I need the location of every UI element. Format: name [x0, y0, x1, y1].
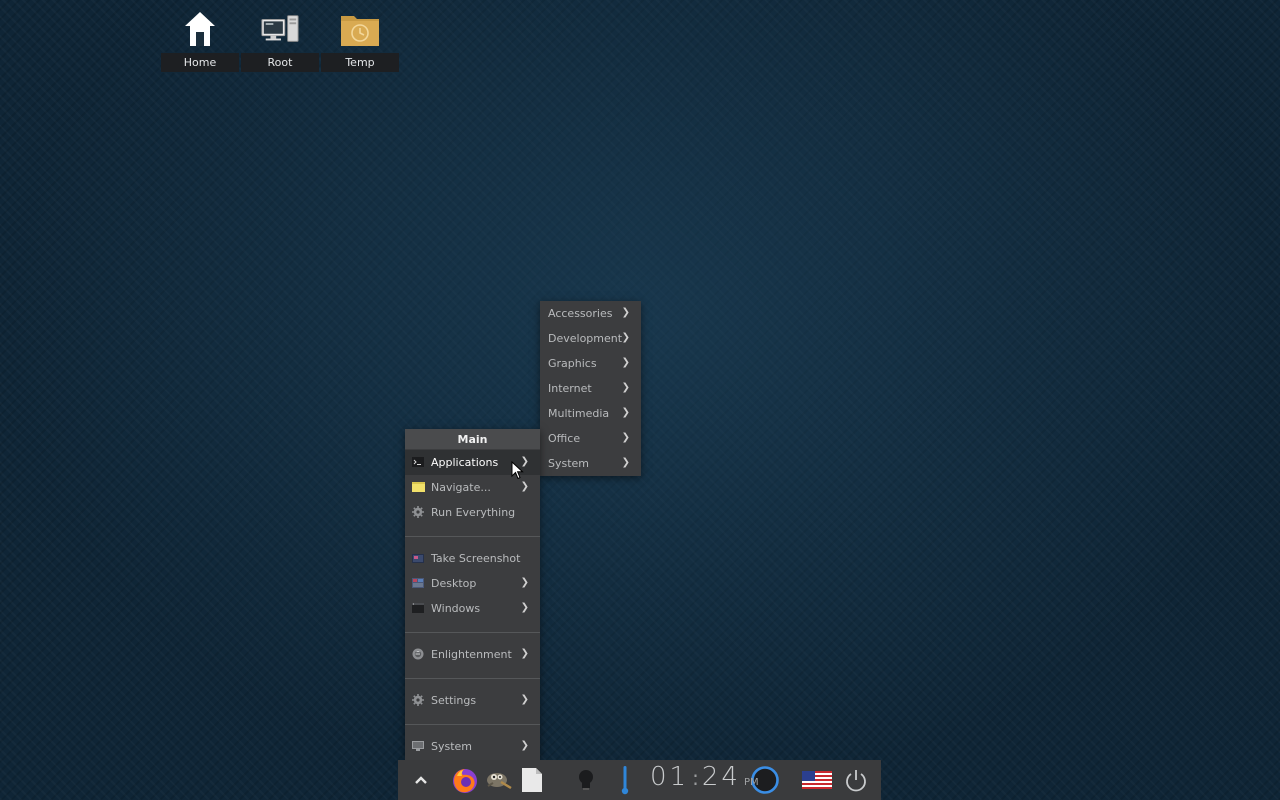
home-icon — [180, 8, 220, 50]
menu-item-label: Windows — [431, 602, 481, 615]
menu-item-label: Run Everything — [431, 506, 516, 519]
chevron-right-icon: ❯ — [520, 648, 529, 659]
desktop-icon-label: Temp — [321, 53, 399, 72]
submenu-item-graphics[interactable]: Graphics ❯ — [540, 351, 641, 376]
gimp-icon[interactable] — [484, 760, 514, 800]
gear-icon — [412, 506, 424, 518]
screenshot-icon — [412, 552, 424, 564]
clock-minutes: 24 — [701, 762, 741, 792]
menu-item-label: Desktop — [431, 577, 477, 590]
chevron-right-icon: ❯ — [621, 332, 630, 343]
desktop-icon-label: Home — [161, 53, 239, 72]
chevron-right-icon: ❯ — [621, 457, 630, 468]
submenu-item-label: Internet — [548, 382, 592, 395]
chevron-right-icon: ❯ — [621, 407, 630, 418]
firefox-icon[interactable] — [450, 760, 480, 800]
desktop-icon-root[interactable]: Root — [241, 6, 319, 72]
taskbar — [398, 760, 881, 800]
chevron-right-icon: ❯ — [621, 307, 630, 318]
menu-separator — [405, 536, 540, 537]
chevron-right-icon: ❯ — [520, 694, 529, 705]
submenu-item-label: Development — [548, 332, 623, 345]
chevron-right-icon: ❯ — [520, 602, 529, 613]
menu-item-desktop[interactable]: Desktop ❯ — [405, 571, 540, 596]
chevron-right-icon: ❯ — [520, 740, 529, 751]
submenu-item-label: Multimedia — [548, 407, 610, 420]
gear-icon — [412, 694, 424, 706]
submenu-item-internet[interactable]: Internet ❯ — [540, 376, 641, 401]
menu-item-label: Settings — [431, 694, 477, 707]
chevron-right-icon: ❯ — [621, 382, 630, 393]
menu-item-windows[interactable]: Windows ❯ — [405, 596, 540, 621]
menu-item-label: Take Screenshot — [431, 552, 521, 565]
submenu-item-label: Accessories — [548, 307, 613, 320]
desktop-icon-home[interactable]: Home — [161, 6, 239, 72]
menu-item-run-everything[interactable]: Run Everything — [405, 500, 540, 525]
desktop-icon-temp[interactable]: Temp — [321, 6, 399, 72]
menu-item-label: Enlightenment — [431, 648, 512, 661]
power-icon[interactable] — [842, 760, 870, 800]
chevron-right-icon: ❯ — [520, 577, 529, 588]
menu-separator — [405, 724, 540, 725]
expand-up-icon[interactable] — [410, 760, 432, 800]
chevron-right-icon: ❯ — [520, 481, 529, 492]
submenu-item-accessories[interactable]: Accessories ❯ — [540, 301, 641, 326]
submenu-item-office[interactable]: Office ❯ — [540, 426, 641, 451]
desktop-icon-label: Root — [241, 53, 319, 72]
submenu-item-multimedia[interactable]: Multimedia ❯ — [540, 401, 641, 426]
submenu-item-label: Office — [548, 432, 581, 445]
clock-ampm: PM — [743, 777, 759, 788]
applications-submenu: Accessories ❯ Development ❯ Graphics ❯ I… — [540, 301, 641, 476]
clock[interactable]: 01 : 24 PM — [650, 762, 759, 798]
us-flag-icon[interactable] — [800, 760, 834, 800]
desktop-icon — [412, 577, 424, 589]
clock-separator: : — [692, 766, 699, 790]
submenu-item-system[interactable]: System ❯ — [540, 451, 641, 476]
submenu-item-development[interactable]: Development ❯ — [540, 326, 641, 351]
menu-item-label: System — [431, 740, 473, 753]
enlightenment-icon — [412, 648, 424, 660]
folder-clock-icon — [340, 8, 380, 50]
windows-icon — [412, 602, 424, 614]
document-icon[interactable] — [519, 760, 545, 800]
chevron-right-icon: ❯ — [621, 432, 630, 443]
submenu-item-label: System — [548, 457, 590, 470]
folder-icon — [412, 481, 425, 493]
monitor-icon — [412, 740, 424, 752]
lightbulb-icon[interactable] — [574, 760, 598, 800]
mouse-cursor-icon — [511, 460, 525, 481]
chevron-right-icon: ❯ — [621, 357, 630, 368]
menu-separator — [405, 632, 540, 633]
terminal-icon — [412, 456, 424, 468]
submenu-item-label: Graphics — [548, 357, 597, 370]
computer-icon — [260, 8, 300, 50]
menu-item-settings[interactable]: Settings ❯ — [405, 688, 540, 713]
menu-item-system[interactable]: System ❯ — [405, 734, 540, 759]
menu-separator — [405, 678, 540, 679]
menu-item-take-screenshot[interactable]: Take Screenshot — [405, 546, 540, 571]
menu-item-label: Applications — [431, 456, 499, 469]
menu-item-label: Navigate... — [431, 481, 491, 494]
menu-item-enlightenment[interactable]: Enlightenment ❯ — [405, 642, 540, 667]
menu-title: Main — [405, 429, 540, 449]
thermometer-icon[interactable] — [616, 760, 634, 800]
clock-hours: 01 — [650, 762, 690, 792]
